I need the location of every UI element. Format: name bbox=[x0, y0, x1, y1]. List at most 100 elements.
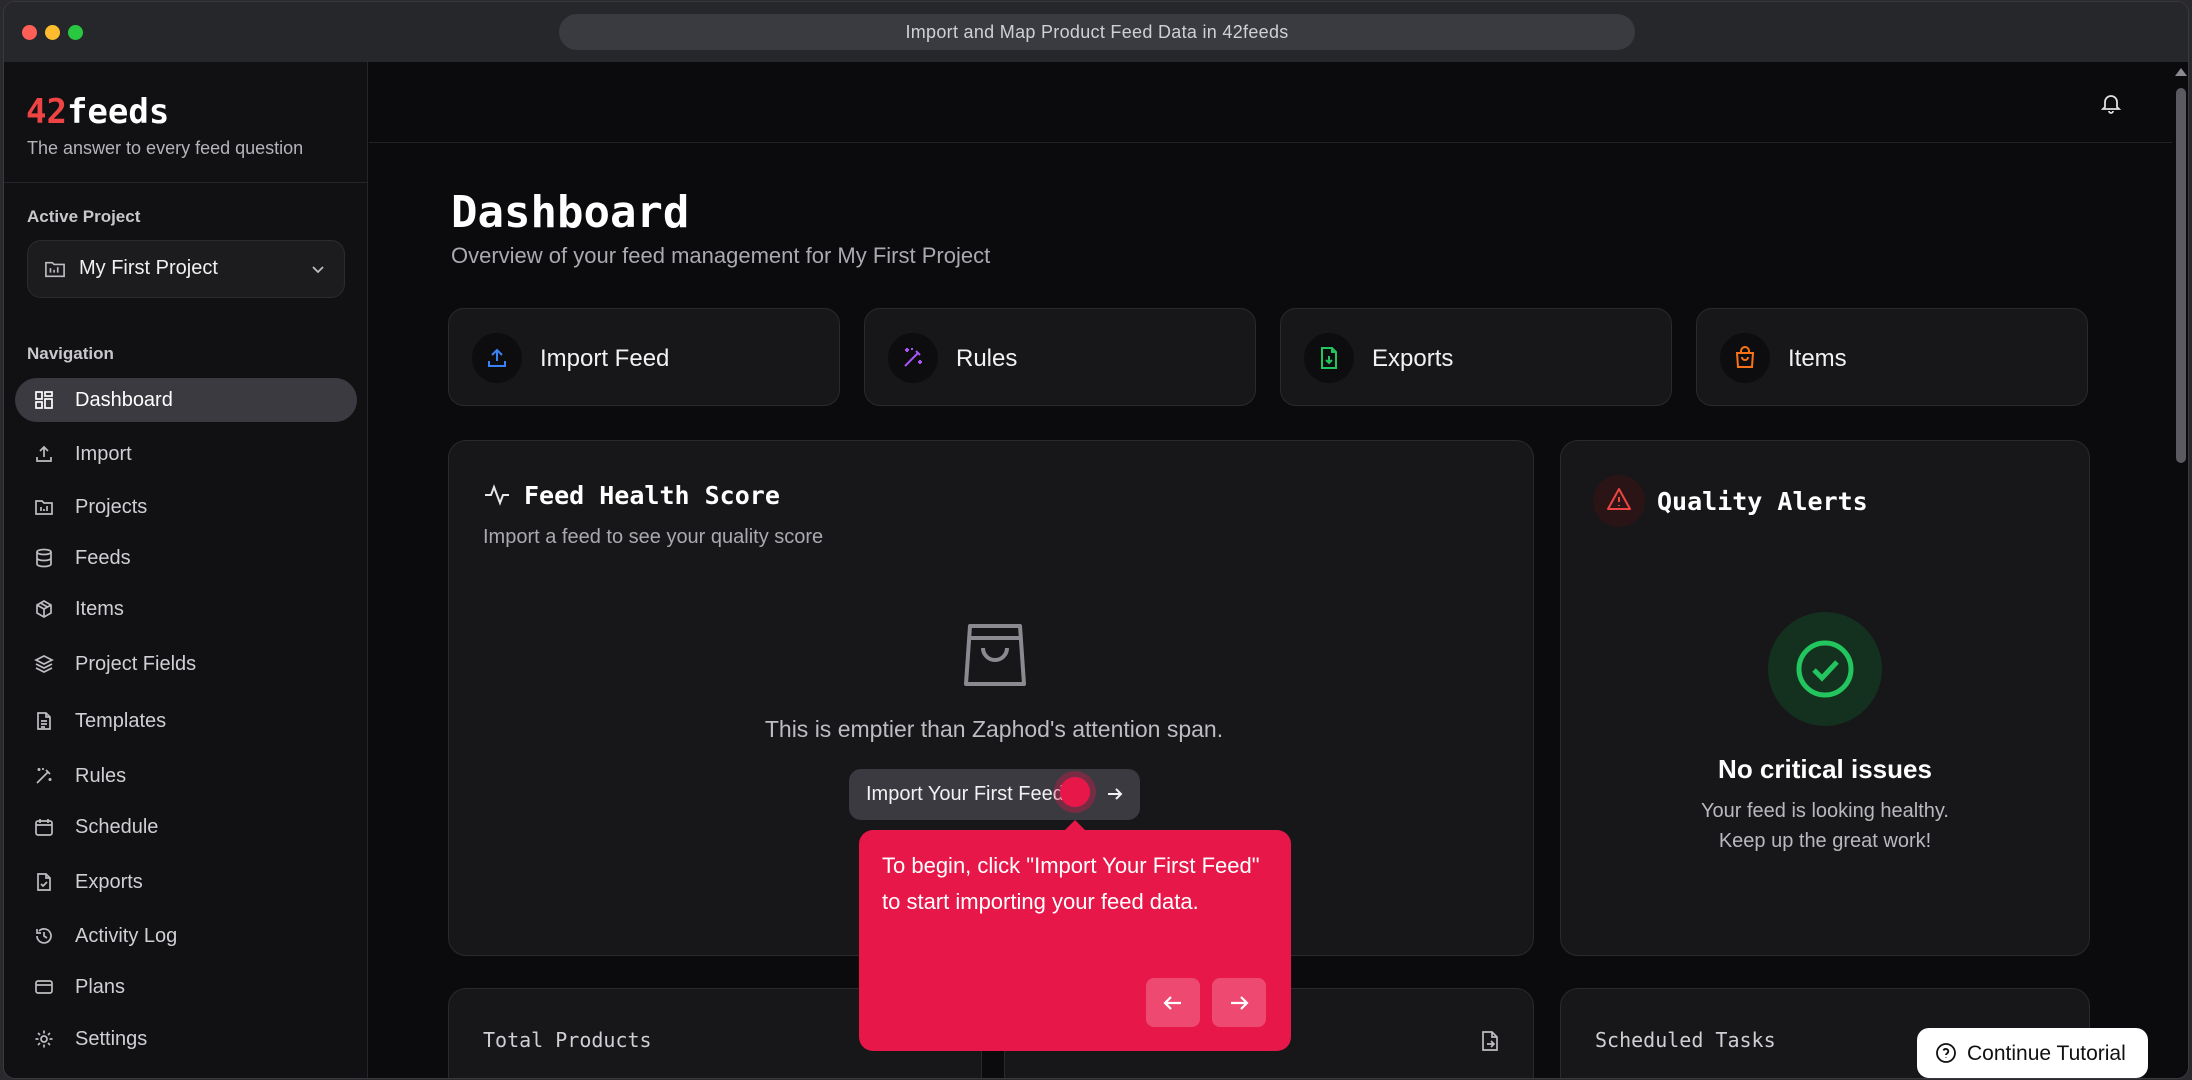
sidebar-item-templates[interactable]: Templates bbox=[15, 699, 357, 743]
quick-action-label: Rules bbox=[956, 345, 1018, 372]
sidebar-item-dashboard[interactable]: Dashboard bbox=[15, 378, 357, 422]
tutorial-highlight-dot bbox=[1060, 777, 1090, 807]
sidebar-item-feeds[interactable]: Feeds bbox=[15, 536, 357, 580]
sidebar-item-plans[interactable]: Plans bbox=[15, 965, 357, 1009]
history-icon bbox=[36, 928, 52, 944]
empty-state-text: This is emptier than Zaphod's attention … bbox=[764, 716, 1224, 742]
feed-health-title: Feed Health Score bbox=[524, 481, 780, 510]
sidebar-item-items[interactable]: Items bbox=[15, 587, 357, 631]
no-issues-line-1: Your feed is looking healthy. bbox=[1701, 800, 1949, 822]
folder-icon bbox=[35, 500, 53, 515]
continue-tutorial-button[interactable]: Continue Tutorial bbox=[1917, 1028, 2148, 1078]
header-divider bbox=[369, 142, 2182, 143]
sidebar-item-projects[interactable]: Projects bbox=[15, 485, 357, 529]
brand-tagline: The answer to every feed question bbox=[27, 138, 304, 158]
upload-icon bbox=[472, 333, 522, 383]
file-check-icon bbox=[37, 873, 51, 891]
project-selector[interactable]: My First Project bbox=[27, 240, 345, 298]
quick-action-label: Import Feed bbox=[540, 345, 670, 372]
scrollbar-thumb[interactable] bbox=[2176, 88, 2186, 463]
title-bar: Import and Map Product Feed Data in 42fe… bbox=[4, 2, 2188, 62]
file-text-icon bbox=[37, 712, 51, 730]
sidebar-item-label: Feeds bbox=[75, 547, 131, 569]
sidebar-item-label: Templates bbox=[75, 710, 167, 732]
quick-action-label: Exports bbox=[1372, 345, 1454, 372]
page-title: Dashboard bbox=[451, 187, 690, 238]
sidebar-item-label: Settings bbox=[75, 1028, 148, 1050]
rules-action[interactable]: Rules bbox=[864, 308, 1256, 406]
stat-title-scheduled-tasks: Scheduled Tasks bbox=[1595, 1028, 1776, 1052]
folder-icon bbox=[44, 259, 66, 284]
sidebar-item-label: Schedule bbox=[75, 816, 159, 838]
warning-triangle-icon bbox=[1593, 475, 1645, 527]
sidebar-item-label: Project Fields bbox=[75, 653, 197, 675]
exports-action[interactable]: Exports bbox=[1280, 308, 1672, 406]
tutorial-prev-button[interactable] bbox=[1146, 978, 1200, 1027]
sidebar-item-rules[interactable]: Rules bbox=[15, 754, 357, 798]
project-name: My First Project bbox=[79, 257, 218, 279]
items-action[interactable]: Items bbox=[1696, 308, 2088, 406]
active-project-label: Active Project bbox=[27, 207, 141, 226]
import-feed-action[interactable]: Import Feed bbox=[448, 308, 840, 406]
page-subtitle: Overview of your feed management for My … bbox=[451, 243, 991, 268]
sidebar: 42feeds The answer to every feed questio… bbox=[4, 62, 368, 1078]
sidebar-item-label: Projects bbox=[75, 496, 148, 518]
navigation-label: Navigation bbox=[27, 344, 114, 363]
tutorial-text: To begin, click "Import Your First Feed"… bbox=[882, 853, 1260, 914]
app-window: Import and Map Product Feed Data in 42fe… bbox=[3, 1, 2189, 1079]
minimize-window-button[interactable] bbox=[45, 25, 60, 40]
credit-card-icon bbox=[35, 980, 53, 994]
feed-health-subtitle: Import a feed to see your quality score bbox=[483, 526, 824, 548]
magic-wand-icon bbox=[888, 333, 938, 383]
box-icon bbox=[36, 600, 52, 618]
scroll-up-arrow[interactable] bbox=[2175, 68, 2187, 76]
sidebar-item-label: Rules bbox=[75, 765, 127, 787]
sidebar-item-activity-log[interactable]: Activity Log bbox=[15, 914, 357, 958]
sidebar-item-label: Dashboard bbox=[75, 389, 173, 411]
shopping-bag-icon bbox=[964, 622, 1026, 693]
button-label: Import Your First Feed bbox=[866, 783, 1064, 805]
sidebar-divider bbox=[4, 182, 368, 183]
quality-alerts-title: Quality Alerts bbox=[1657, 487, 1868, 516]
arrow-right-icon bbox=[1106, 785, 1124, 808]
sidebar-item-project-fields[interactable]: Project Fields bbox=[15, 642, 357, 686]
no-issues-title: No critical issues bbox=[1718, 754, 1932, 784]
sidebar-item-exports[interactable]: Exports bbox=[15, 860, 357, 904]
upload-icon bbox=[36, 445, 52, 462]
arrow-right-icon bbox=[1231, 996, 1249, 1010]
file-export-icon bbox=[1480, 1030, 1500, 1057]
database-icon bbox=[36, 548, 52, 568]
sidebar-item-import[interactable]: Import bbox=[15, 432, 357, 476]
calendar-icon bbox=[35, 819, 53, 836]
import-first-feed-button[interactable]: Import Your First Feed bbox=[849, 769, 1140, 820]
sidebar-item-settings[interactable]: Settings bbox=[15, 1017, 357, 1061]
arrow-left-icon bbox=[1163, 996, 1181, 1010]
sidebar-item-label: Exports bbox=[75, 871, 143, 893]
shopping-bag-icon bbox=[1720, 333, 1770, 383]
sidebar-item-label: Items bbox=[75, 598, 124, 620]
chevron-down-icon bbox=[310, 261, 326, 282]
sidebar-item-label: Plans bbox=[75, 976, 126, 998]
file-download-icon bbox=[1304, 333, 1354, 383]
magic-wand-icon bbox=[36, 768, 52, 784]
dashboard-grid-icon bbox=[35, 391, 53, 409]
gear-icon bbox=[35, 1030, 53, 1048]
stat-title-total-products: Total Products bbox=[483, 1028, 652, 1052]
quick-action-label: Items bbox=[1788, 345, 1847, 372]
sidebar-item-label: Activity Log bbox=[75, 925, 178, 947]
activity-pulse-icon bbox=[483, 481, 511, 514]
no-issues-line-2: Keep up the great work! bbox=[1718, 830, 1932, 852]
bell-icon[interactable] bbox=[2100, 92, 2122, 119]
maximize-window-button[interactable] bbox=[68, 25, 83, 40]
close-window-button[interactable] bbox=[22, 25, 37, 40]
tutorial-tooltip: To begin, click "Import Your First Feed"… bbox=[859, 820, 1291, 1051]
button-label: Continue Tutorial bbox=[1967, 1042, 2126, 1065]
tutorial-next-button[interactable] bbox=[1212, 978, 1266, 1027]
help-circle-icon bbox=[1936, 1043, 1956, 1063]
sidebar-item-schedule[interactable]: Schedule bbox=[15, 805, 357, 849]
brand-logo[interactable]: 42feeds bbox=[26, 92, 169, 132]
check-circle-icon bbox=[1768, 612, 1882, 726]
no-issues-subtitle: Your feed is looking healthy. Keep up th… bbox=[1560, 796, 2090, 856]
sidebar-item-label: Import bbox=[75, 443, 132, 465]
address-bar[interactable]: Import and Map Product Feed Data in 42fe… bbox=[559, 14, 1635, 50]
